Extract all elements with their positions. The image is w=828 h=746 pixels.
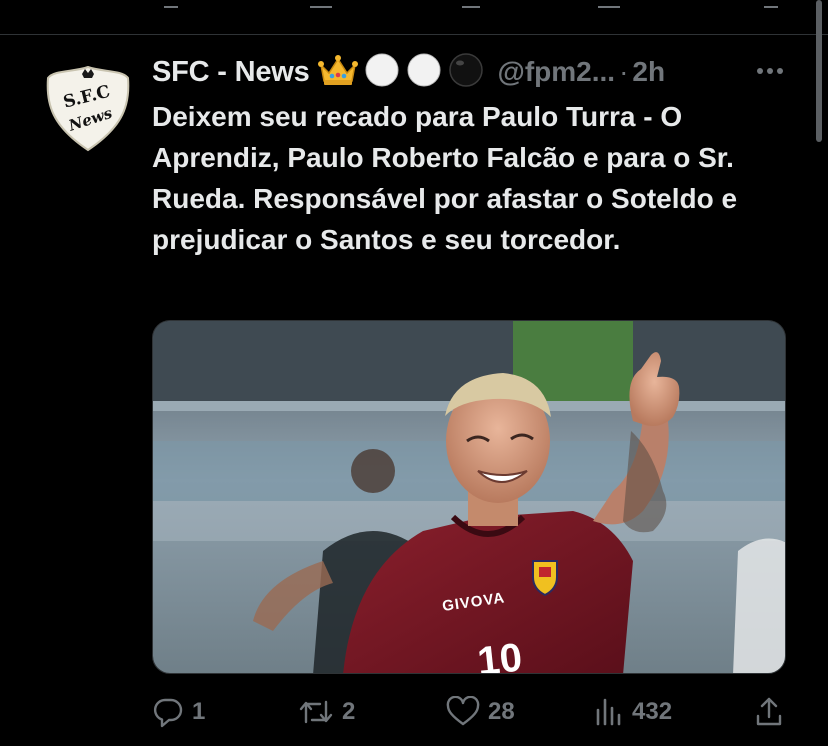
name-badges	[317, 52, 490, 93]
timeline-screen: S.F.C News SFC - News @fpm2... · 2h Deix…	[0, 0, 828, 746]
share-button[interactable]	[754, 694, 784, 730]
crown-icon	[317, 53, 358, 92]
display-name[interactable]: SFC - News	[152, 56, 310, 89]
tweet-divider	[0, 34, 828, 35]
reply-button[interactable]: 1	[152, 694, 205, 730]
retweet-count: 2	[342, 698, 356, 725]
avatar[interactable]: S.F.C News	[44, 64, 132, 152]
retweet-icon	[298, 696, 334, 728]
reply-icon	[152, 696, 184, 728]
jersey-number-text: 10	[475, 636, 524, 674]
previous-retweet-icon[interactable]	[310, 0, 332, 8]
separator-dot: ·	[619, 56, 629, 87]
black-circle-icon	[448, 52, 484, 93]
timestamp[interactable]: 2h	[632, 56, 665, 88]
tweet-actions: 1 2 28 432	[0, 690, 828, 734]
views-count: 432	[632, 698, 673, 725]
views-button[interactable]: 432	[594, 694, 672, 730]
tweet-header: SFC - News @fpm2... · 2h	[152, 52, 665, 92]
handle[interactable]: @fpm2...	[498, 56, 616, 88]
tweet-text: Deixem seu recado para Paulo Turra - O A…	[152, 101, 738, 255]
previous-tweet-actions	[0, 0, 828, 34]
previous-views-icon[interactable]	[598, 0, 620, 8]
scrollbar[interactable]	[816, 0, 822, 142]
more-options-icon[interactable]	[754, 56, 786, 86]
reply-count: 1	[192, 698, 206, 725]
share-icon	[754, 696, 784, 728]
previous-like-icon[interactable]	[462, 0, 480, 8]
white-circle-icon	[406, 52, 442, 93]
retweet-button[interactable]: 2	[298, 694, 355, 730]
views-chart-icon	[594, 696, 624, 728]
tweet-media-image[interactable]: GIVOVA 10	[152, 320, 786, 674]
like-button[interactable]: 28	[446, 694, 515, 730]
previous-share-icon[interactable]	[764, 0, 778, 8]
white-circle-icon	[364, 52, 400, 93]
heart-icon	[446, 696, 480, 728]
previous-reply-icon[interactable]	[164, 0, 178, 8]
like-count: 28	[488, 698, 515, 725]
